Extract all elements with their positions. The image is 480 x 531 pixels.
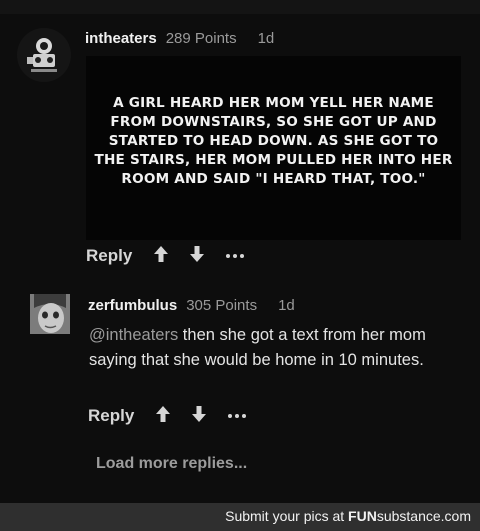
doll-face-icon <box>30 294 70 334</box>
reply-actions: Reply <box>88 404 247 428</box>
username[interactable]: intheaters <box>85 30 157 47</box>
reply-meta: zerfumbulus 305 Points 1d <box>88 297 295 317</box>
comment-meta: intheaters 289 Points 1d <box>85 30 274 50</box>
reply-body: @intheaters then she got a text from her… <box>89 323 459 373</box>
camera-logo-icon <box>27 38 57 72</box>
comment-actions: Reply <box>86 244 245 268</box>
up-arrow-icon[interactable] <box>154 245 169 267</box>
avatar-intheaters[interactable] <box>17 28 71 82</box>
reply-button-2[interactable]: Reply <box>88 406 134 426</box>
up-arrow-icon[interactable] <box>156 405 171 427</box>
top-bar <box>0 0 480 14</box>
mention-link[interactable]: @intheaters <box>89 326 178 344</box>
watermark-text: Submit your pics at FUNsubstance.com <box>225 508 471 524</box>
down-arrow-icon[interactable] <box>192 405 207 427</box>
watermark-prefix: Submit your pics at <box>225 508 349 524</box>
timestamp: 1d <box>257 30 275 47</box>
avatar-zerfumbulus[interactable] <box>30 294 70 334</box>
image-caption: A girl heard her mom yell her name from … <box>94 95 453 187</box>
brand-suffix: .com <box>440 508 471 524</box>
reply-points: 305 Points <box>186 297 258 314</box>
reply-timestamp: 1d <box>278 297 295 314</box>
watermark-footer: Submit your pics at FUNsubstance.com <box>0 503 480 531</box>
points: 289 Points <box>165 30 237 47</box>
reply-username[interactable]: zerfumbulus <box>88 297 177 314</box>
reply-button[interactable]: Reply <box>86 246 132 266</box>
comment-image[interactable]: A girl heard her mom yell her name from … <box>86 56 461 240</box>
brand-substance: substance <box>376 508 441 524</box>
comments-screen: intheaters 289 Points 1d A girl heard he… <box>0 0 480 503</box>
down-arrow-icon[interactable] <box>190 245 205 267</box>
brand-fun: FUN <box>348 508 377 524</box>
more-dots-icon[interactable] <box>228 414 247 418</box>
load-more-button[interactable]: Load more replies... <box>96 455 247 473</box>
more-dots-icon[interactable] <box>226 254 245 258</box>
